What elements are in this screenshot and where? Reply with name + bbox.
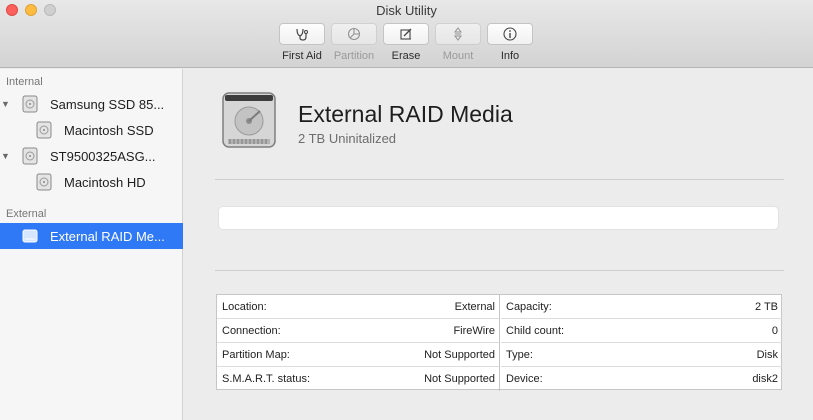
- sidebar-item-st9500[interactable]: ▼ ST9500325ASG...: [0, 143, 183, 169]
- info-column-left: Location: External Connection: FireWire …: [217, 295, 500, 391]
- sidebar: Internal ▼ Samsung SSD 85... Macintosh S…: [0, 69, 183, 420]
- info-key: Connection:: [222, 324, 281, 337]
- mount-button[interactable]: Mount: [434, 23, 482, 62]
- first-aid-icon: [279, 23, 325, 45]
- info-row: Type: Disk: [501, 343, 782, 367]
- info-value: 2 TB: [754, 300, 778, 313]
- first-aid-label: First Aid: [282, 50, 322, 62]
- title-bar: Disk Utility First Aid Partition Erase M…: [0, 0, 813, 68]
- erase-icon: [383, 23, 429, 45]
- partition-label: Partition: [333, 50, 375, 62]
- info-value: External: [454, 300, 495, 313]
- info-value: disk2: [752, 373, 778, 385]
- mount-icon: [435, 23, 481, 45]
- sidebar-item-label: External RAID Me...: [50, 228, 165, 244]
- info-button[interactable]: Info: [486, 23, 534, 62]
- info-row: Connection: FireWire: [217, 319, 499, 343]
- internal-disk-icon: [22, 147, 38, 165]
- sidebar-section-external: External: [6, 208, 47, 220]
- info-row: S.M.A.R.T. status: Not Supported: [217, 367, 499, 391]
- sidebar-item-external-raid[interactable]: External RAID Me...: [0, 223, 183, 249]
- usage-bar: [218, 206, 779, 230]
- info-icon: [487, 23, 533, 45]
- divider: [215, 179, 784, 180]
- info-key: Capacity:: [506, 300, 552, 313]
- info-column-right: Capacity: 2 TB Child count: 0 Type: Disk…: [501, 295, 782, 391]
- info-row: Child count: 0: [501, 319, 782, 343]
- window-title: Disk Utility: [376, 3, 437, 18]
- info-key: Location:: [222, 300, 267, 313]
- external-disk-icon: [22, 229, 38, 243]
- partition-button[interactable]: Partition: [330, 23, 378, 62]
- erase-button[interactable]: Erase: [382, 23, 430, 62]
- volume-disk-icon: [36, 173, 52, 191]
- info-key: Partition Map:: [222, 348, 290, 361]
- erase-label: Erase: [391, 50, 421, 62]
- main-panel: External RAID Media 2 TB Uninitalized Lo…: [184, 69, 813, 420]
- info-key: Device:: [506, 373, 543, 385]
- sidebar-item-macintosh-ssd[interactable]: Macintosh SSD: [0, 117, 183, 143]
- volume-name: External RAID Media: [298, 101, 513, 127]
- sidebar-item-label: Macintosh SSD: [64, 122, 154, 138]
- info-value: FireWire: [453, 324, 495, 337]
- info-key: Child count:: [506, 324, 565, 337]
- sidebar-item-macintosh-hd[interactable]: Macintosh HD: [0, 169, 183, 195]
- disclosure-triangle-icon[interactable]: ▼: [1, 151, 10, 161]
- sidebar-section-internal: Internal: [6, 76, 43, 88]
- info-value: Not Supported: [424, 373, 495, 385]
- info-value: 0: [771, 324, 778, 337]
- info-table: Location: External Connection: FireWire …: [216, 294, 782, 391]
- hard-drive-icon: [222, 92, 276, 148]
- info-row: Partition Map: Not Supported: [217, 343, 499, 367]
- internal-disk-icon: [22, 95, 38, 113]
- first-aid-button[interactable]: First Aid: [278, 23, 326, 62]
- partition-icon: [331, 23, 377, 45]
- info-label: Info: [500, 50, 520, 62]
- mount-label: Mount: [442, 50, 474, 62]
- sidebar-item-label: Samsung SSD 85...: [50, 96, 165, 112]
- sidebar-item-label: ST9500325ASG...: [50, 148, 156, 164]
- volume-disk-icon: [36, 121, 52, 139]
- info-row: Device: disk2: [501, 367, 782, 391]
- divider: [215, 270, 784, 271]
- disclosure-triangle-icon[interactable]: ▼: [1, 99, 10, 109]
- info-value: Not Supported: [424, 348, 495, 361]
- info-row: Capacity: 2 TB: [501, 295, 782, 319]
- info-value: Disk: [756, 348, 778, 361]
- sidebar-item-label: Macintosh HD: [64, 174, 146, 190]
- volume-subtitle: 2 TB Uninitalized: [298, 131, 397, 146]
- info-key: Type:: [506, 348, 533, 361]
- info-key: S.M.A.R.T. status:: [222, 373, 311, 385]
- sidebar-item-samsung-ssd[interactable]: ▼ Samsung SSD 85...: [0, 91, 183, 117]
- info-row: Location: External: [217, 295, 499, 319]
